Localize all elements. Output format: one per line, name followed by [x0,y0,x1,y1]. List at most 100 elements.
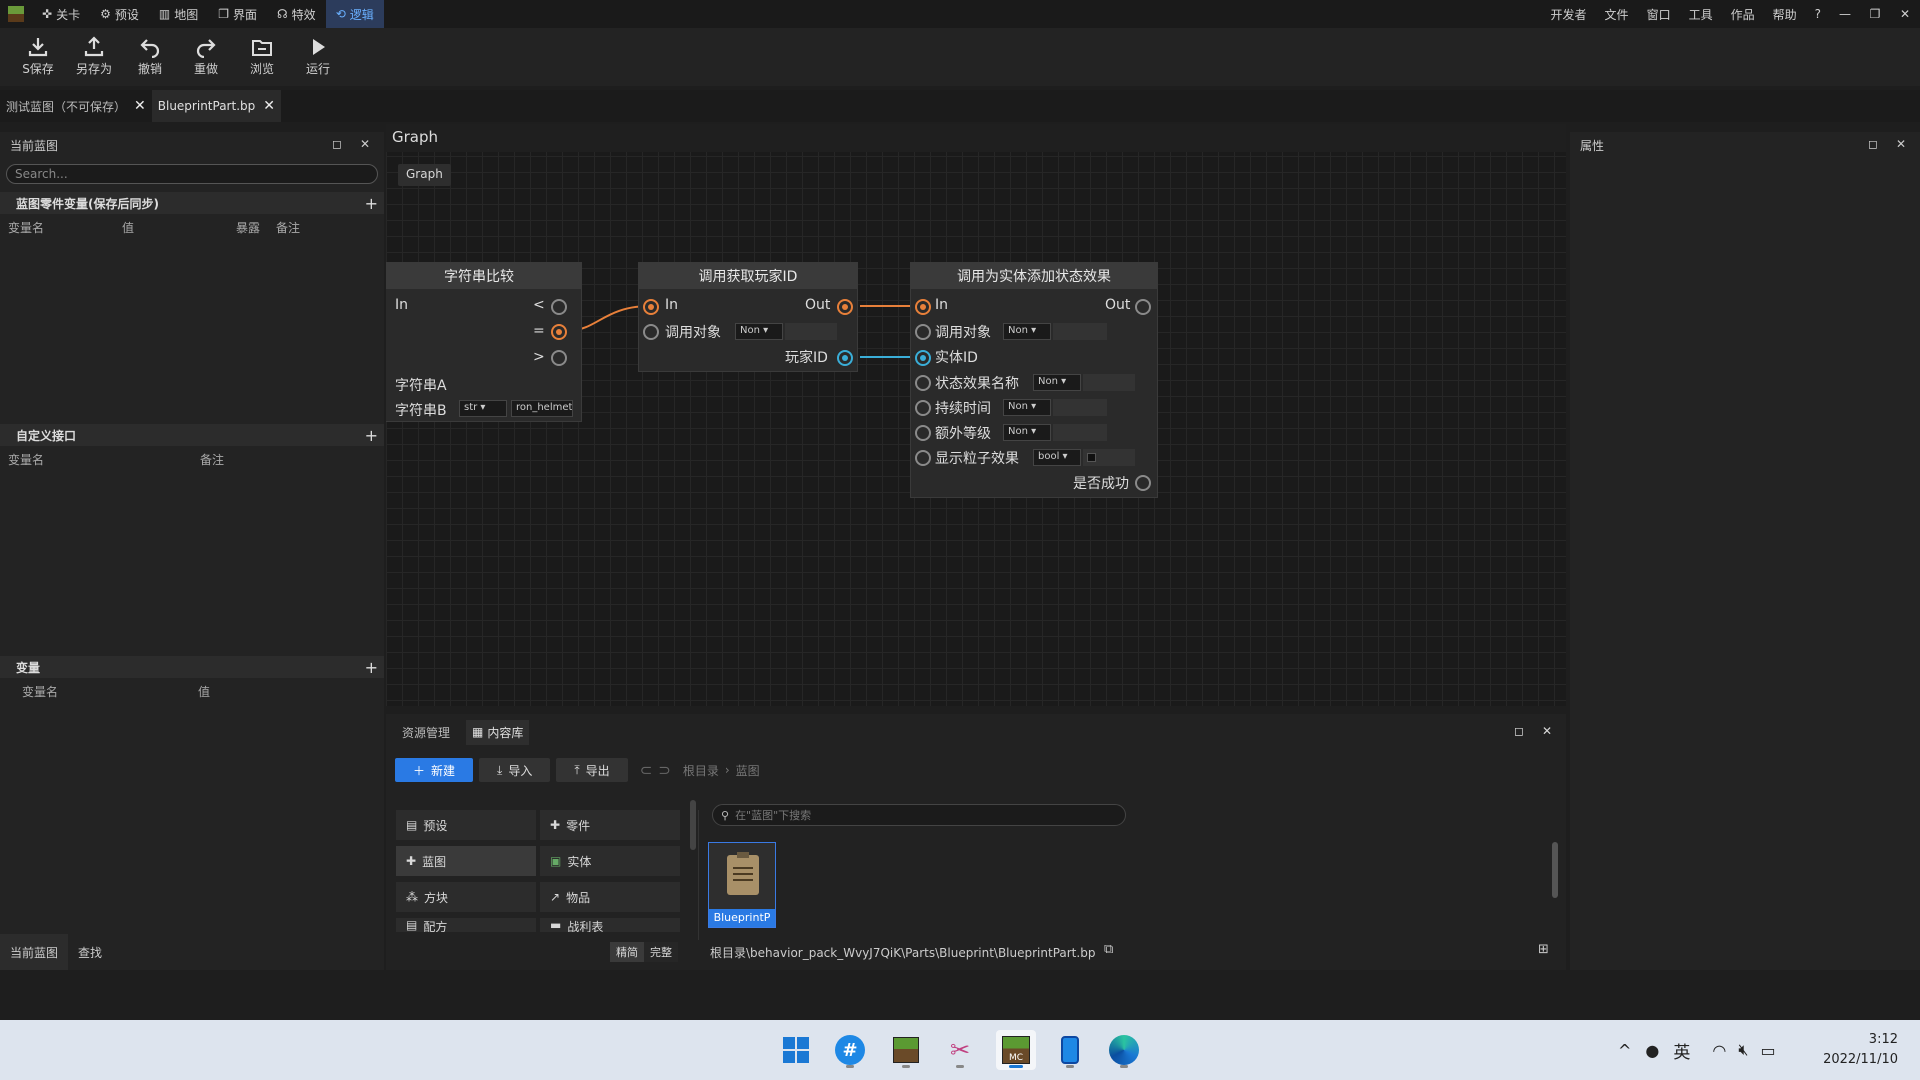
minecraft-launcher-icon[interactable] [886,1030,926,1070]
chevron-up-icon[interactable]: ^ [1618,1041,1631,1060]
pin-out[interactable] [1135,299,1151,315]
doc-tab-blueprint-part[interactable]: BlueprintPart.bp ✕ [151,90,281,122]
tab-ui[interactable]: ❐ 界面 [208,0,267,28]
node-get-player-id[interactable]: 调用获取玩家ID In Out 调用对象 Non ▾ 玩家ID [638,262,858,372]
pin-entity-id[interactable] [915,350,931,366]
ime-indicator[interactable]: 英 [1673,1038,1690,1063]
forward-icon[interactable]: ⊃ [658,761,671,779]
graph-breadcrumb[interactable]: Graph [398,164,451,186]
close-icon[interactable]: ✕ [263,98,275,114]
particles-type-select[interactable]: bool ▾ [1033,449,1081,466]
category-blueprint[interactable]: ✚ 蓝图 [396,846,536,876]
menu-window[interactable]: 窗口 [1638,6,1680,23]
mc-studio-icon[interactable]: MC [996,1030,1036,1070]
battery-icon[interactable]: ▭ [1760,1041,1775,1060]
target-field[interactable] [785,323,837,340]
pin-success[interactable] [1135,475,1151,491]
node-add-status-effect[interactable]: 调用为实体添加状态效果 In Out 调用对象 Non ▾ 实体ID 状态效果名… [910,262,1158,498]
pin-particles[interactable] [915,450,931,466]
add-icon[interactable]: + [365,194,378,213]
view-simple-button[interactable]: 精简 [610,942,644,962]
pin-target[interactable] [915,324,931,340]
category-block[interactable]: ⁂ 方块 [396,882,536,912]
breadcrumb-root[interactable]: 根目录 [683,762,719,779]
menu-tools[interactable]: 工具 [1680,6,1722,23]
menu-developer[interactable]: 开发者 [1542,6,1596,23]
maximize-icon[interactable]: ◻ [1514,724,1524,738]
tab-logic[interactable]: ⟲ 逻辑 [325,0,384,28]
tab-resource-manager[interactable]: 资源管理 [396,720,456,745]
close-icon[interactable]: ✕ [1542,724,1552,738]
view-full-button[interactable]: 完整 [644,942,678,962]
pin-eq[interactable] [551,324,567,340]
level-field[interactable] [1053,424,1107,441]
save-as-button[interactable]: 另存为 [66,28,122,77]
export-button[interactable]: ⤒ 导出 [556,758,628,782]
pin-gt[interactable] [551,350,567,366]
pin-in[interactable] [915,299,931,315]
mute-icon[interactable]: 🔇︎ [1738,1040,1748,1060]
pin-effect-name[interactable] [915,375,931,391]
pin-out[interactable] [837,299,853,315]
menu-works[interactable]: 作品 [1722,6,1764,23]
category-item[interactable]: ↗ 物品 [540,882,680,912]
pin-target[interactable] [643,324,659,340]
browse-button[interactable]: 浏览 [234,28,290,77]
close-icon[interactable]: ✕ [134,98,146,114]
category-preset[interactable]: ▤ 预设 [396,810,536,840]
target-field[interactable] [1053,323,1107,340]
qq-icon[interactable]: ● [1645,1041,1659,1060]
undo-button[interactable]: 撤销 [122,28,178,77]
tab-find[interactable]: 查找 [68,934,112,970]
target-type-select[interactable]: Non ▾ [1003,323,1051,340]
wifi-icon[interactable]: ◠ [1712,1041,1726,1060]
doc-tab-test-blueprint[interactable]: 测试蓝图（不可保存） ✕ [0,90,152,122]
pin-lt[interactable] [551,299,567,315]
copy-icon[interactable]: ⧉ [1104,942,1113,957]
pin-in[interactable] [643,299,659,315]
save-button[interactable]: S保存 [10,28,66,77]
grid-view-icon[interactable]: ⊞ [1538,942,1549,957]
blueprint-search-input[interactable]: Search... [6,164,378,184]
maximize-icon[interactable]: ◻ [1868,137,1878,151]
clock[interactable]: 3:12 2022/11/10 [1818,1030,1898,1070]
asset-search-input[interactable]: ⚲ 在"蓝图"下搜索 [712,804,1126,826]
duration-field[interactable] [1053,399,1107,416]
category-loot[interactable]: ▬ 战利表 [540,918,680,932]
category-recipe[interactable]: ▤ 配方 [396,918,536,932]
add-icon[interactable]: + [365,426,378,445]
minimize-icon[interactable]: — [1830,7,1860,21]
node-string-compare[interactable]: 字符串比较 In < = > 字符串A 字符串B str ▾ ron_helme… [386,262,582,422]
level-type-select[interactable]: Non ▾ [1003,424,1051,441]
phone-app-icon[interactable] [1050,1030,1090,1070]
target-type-select[interactable]: Non ▾ [735,323,783,340]
pin-player-id[interactable] [837,350,853,366]
tab-effects[interactable]: ☊ 特效 [267,0,326,28]
string-b-input[interactable]: ron_helmet [511,400,573,417]
breadcrumb-leaf[interactable]: 蓝图 [736,762,760,779]
effect-type-select[interactable]: Non ▾ [1033,374,1081,391]
back-icon[interactable]: ⊂ [640,761,653,779]
close-icon[interactable]: ✕ [1896,137,1906,151]
hashtag-app-icon[interactable]: # [830,1030,870,1070]
restore-icon[interactable]: ❐ [1860,7,1890,21]
tab-level[interactable]: ✜ 关卡 [32,0,90,28]
pin-duration[interactable] [915,400,931,416]
help-icon[interactable]: ? [1806,7,1830,21]
type-select[interactable]: str ▾ [459,400,507,417]
pin-level[interactable] [915,425,931,441]
tab-content-library[interactable]: ▦ 内容库 [466,719,530,745]
tab-preset[interactable]: ⚙ 预设 [90,0,149,28]
snipping-tool-icon[interactable]: ✂ [940,1030,980,1070]
close-icon[interactable]: ✕ [360,137,370,151]
category-scrollbar[interactable] [690,800,696,850]
import-button[interactable]: ⤓ 导入 [479,758,551,782]
menu-file[interactable]: 文件 [1596,6,1638,23]
new-button[interactable]: ＋新建 [395,758,474,782]
asset-scrollbar[interactable] [1552,842,1558,898]
effect-name-field[interactable] [1083,374,1135,391]
start-icon[interactable] [776,1030,816,1070]
category-entity[interactable]: ▣ 实体 [540,846,680,876]
redo-button[interactable]: 重做 [178,28,234,77]
menu-help[interactable]: 帮助 [1764,6,1806,23]
